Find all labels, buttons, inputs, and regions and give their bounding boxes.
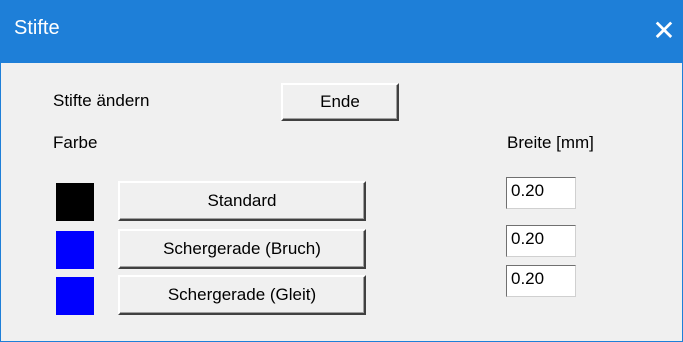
pen-color-swatch-standard[interactable] (56, 183, 94, 221)
pen-color-swatch-gleit[interactable] (56, 277, 94, 315)
dialog-body: Stifte ändern Ende Farbe Breite [mm] Sta… (1, 63, 682, 341)
pen-width-input-standard[interactable]: 0.20 (506, 177, 576, 209)
dialog-window: Stifte ✕ Stifte ändern Ende Farbe Breite… (0, 0, 683, 342)
close-icon[interactable]: ✕ (649, 11, 679, 51)
pen-width-input-bruch[interactable]: 0.20 (506, 225, 576, 257)
pen-button-gleit[interactable]: Schergerade (Gleit) (118, 275, 366, 315)
pen-button-standard[interactable]: Standard (118, 181, 366, 221)
pen-button-bruch[interactable]: Schergerade (Bruch) (118, 229, 366, 269)
pen-color-swatch-bruch[interactable] (56, 231, 94, 269)
change-pens-label: Stifte ändern (53, 91, 150, 110)
end-button[interactable]: Ende (281, 83, 399, 121)
pen-width-input-gleit[interactable]: 0.20 (506, 265, 576, 297)
width-label: Breite [mm] (507, 133, 594, 152)
color-label: Farbe (53, 133, 98, 152)
window-title: Stifte (14, 17, 60, 39)
title-bar: Stifte ✕ (1, 1, 682, 63)
